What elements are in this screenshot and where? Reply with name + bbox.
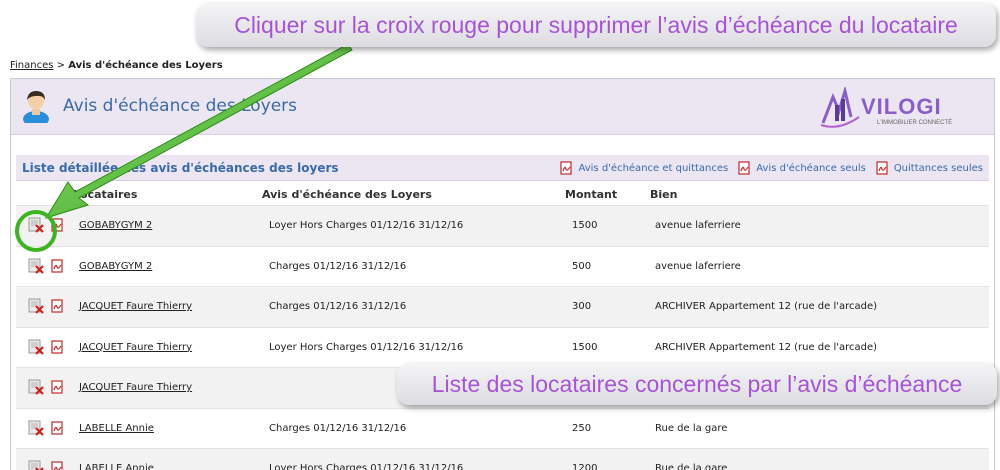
panel-header: Avis d'échéance des Loyers VILOGI L'IMMO… (11, 79, 994, 135)
property-value: ARCHIVER Appartement 12 (rue de l'arcade… (655, 301, 878, 312)
tenant-link[interactable]: GOBABYGYM 2 (79, 261, 152, 272)
list-header: Liste détaillée des avis d'échéances des… (16, 155, 989, 181)
pdf-icon[interactable] (51, 380, 64, 397)
table-row: LABELLE Annie Loyer Hors Charges 01/12/16… (16, 448, 989, 470)
pdf-icon[interactable] (51, 339, 64, 357)
amount-value: 250 (572, 422, 592, 434)
svg-text:VILOGI: VILOGI (861, 94, 942, 119)
callout-delete-instruction: Cliquer sur la croix rouge pour supprime… (196, 3, 996, 47)
action-notices-and-receipts[interactable]: Avis d'échéance et quittances (560, 161, 728, 175)
tenant-link[interactable]: JACQUET Faure Thierry (79, 342, 192, 353)
table-row: JACQUET Faure Thierry Loyer Hors Charges … (16, 326, 989, 368)
amount-value: 1500 (572, 220, 598, 231)
user-avatar-icon (23, 91, 49, 123)
amount-value: 1500 (572, 341, 598, 353)
notice-label: Charges 01/12/16 31/12/16 (269, 301, 407, 312)
amount-value: 500 (572, 260, 592, 272)
notice-label: Loyer Hors Charges 01/12/16 31/12/16 (269, 220, 464, 231)
delete-icon[interactable] (28, 217, 44, 236)
notice-label: Charges 01/12/16 31/12/16 (269, 422, 407, 434)
delete-icon[interactable] (28, 298, 44, 317)
breadcrumb-separator: > (53, 60, 69, 71)
column-amount: Montant (565, 188, 618, 201)
table-row: GOBABYGYM 2 Loyer Hors Charges 01/12/16 3… (16, 205, 989, 246)
list-actions: Avis d'échéance et quittances Avis d'éch… (560, 161, 983, 175)
breadcrumb-current: Avis d'échéance des Loyers (68, 60, 223, 71)
pdf-icon[interactable] (51, 258, 64, 276)
amount-value: 1200 (572, 463, 598, 470)
pdf-icon (560, 161, 573, 175)
property-value: avenue laferriere (655, 220, 741, 231)
page-title: Avis d'échéance des Loyers (63, 96, 298, 116)
table-row: LABELLE Annie Charges 01/12/16 31/12/16 25… (16, 407, 989, 449)
tenant-link[interactable]: JACQUET Faure Thierry (79, 382, 192, 393)
table-row: JACQUET Faure Thierry Charges 01/12/16 31… (16, 286, 989, 327)
notice-label: Charges 01/12/16 31/12/16 (269, 260, 407, 272)
table-row: GOBABYGYM 2 Charges 01/12/16 31/12/16 500 a… (16, 245, 989, 287)
breadcrumb: Finances > Avis d'échéance des Loyers (10, 60, 223, 71)
tenant-link[interactable]: GOBABYGYM 2 (79, 220, 152, 231)
callout-tenant-list: Liste des locataires concernés par l’avi… (397, 363, 997, 405)
amount-value: 300 (572, 301, 592, 312)
delete-icon[interactable] (28, 379, 44, 398)
property-value: Rue de la gare (655, 422, 728, 434)
action-label: Avis d'échéance seuls (756, 162, 866, 174)
tenant-link[interactable]: JACQUET Faure Thierry (79, 301, 192, 312)
pdf-icon[interactable] (51, 420, 64, 438)
delete-icon[interactable] (28, 420, 44, 439)
pdf-icon (738, 161, 750, 175)
breadcrumb-finances-link[interactable]: Finances (10, 60, 53, 71)
property-value: ARCHIVER Appartement 12 (rue de l'arcade… (655, 341, 878, 353)
list-title: Liste détaillée des avis d'échéances des… (22, 161, 339, 175)
column-notice: Avis d'échéance des Loyers (262, 188, 432, 201)
pdf-icon[interactable] (51, 299, 64, 316)
delete-icon[interactable] (28, 339, 44, 358)
main-panel: Avis d'échéance des Loyers VILOGI L'IMMO… (10, 78, 995, 470)
column-headers: Locataires Avis d'échéance des Loyers Mo… (16, 181, 989, 205)
column-tenants: Locataires (73, 188, 138, 201)
property-value: Rue de la gare (655, 463, 728, 470)
tenant-notice-list: Liste détaillée des avis d'échéances des… (16, 155, 989, 470)
pdf-icon (876, 161, 888, 175)
delete-icon[interactable] (28, 460, 44, 470)
tenant-link[interactable]: LABELLE Annie (79, 423, 154, 434)
pdf-icon[interactable] (51, 218, 64, 235)
pdf-icon[interactable] (51, 461, 64, 470)
table-rows: GOBABYGYM 2 Loyer Hors Charges 01/12/16 3… (16, 205, 989, 470)
column-property: Bien (650, 188, 678, 201)
action-receipts-only[interactable]: Quittances seules (876, 161, 983, 175)
vilogi-logo: VILOGI L'IMMOBILIER CONNECTÉ (820, 87, 952, 128)
action-label: Quittances seules (893, 162, 983, 174)
delete-icon[interactable] (28, 258, 44, 277)
notice-label: Loyer Hors Charges 01/12/16 31/12/16 (269, 341, 464, 353)
tenant-link[interactable]: LABELLE Annie (79, 463, 154, 470)
svg-text:L'IMMOBILIER CONNECTÉ: L'IMMOBILIER CONNECTÉ (877, 119, 952, 126)
property-value: avenue laferriere (655, 260, 741, 272)
action-label: Avis d'échéance et quittances (578, 162, 729, 174)
notice-label: Loyer Hors Charges 01/12/16 31/12/16 (269, 463, 464, 470)
action-notices-only[interactable]: Avis d'échéance seuls (738, 161, 866, 175)
